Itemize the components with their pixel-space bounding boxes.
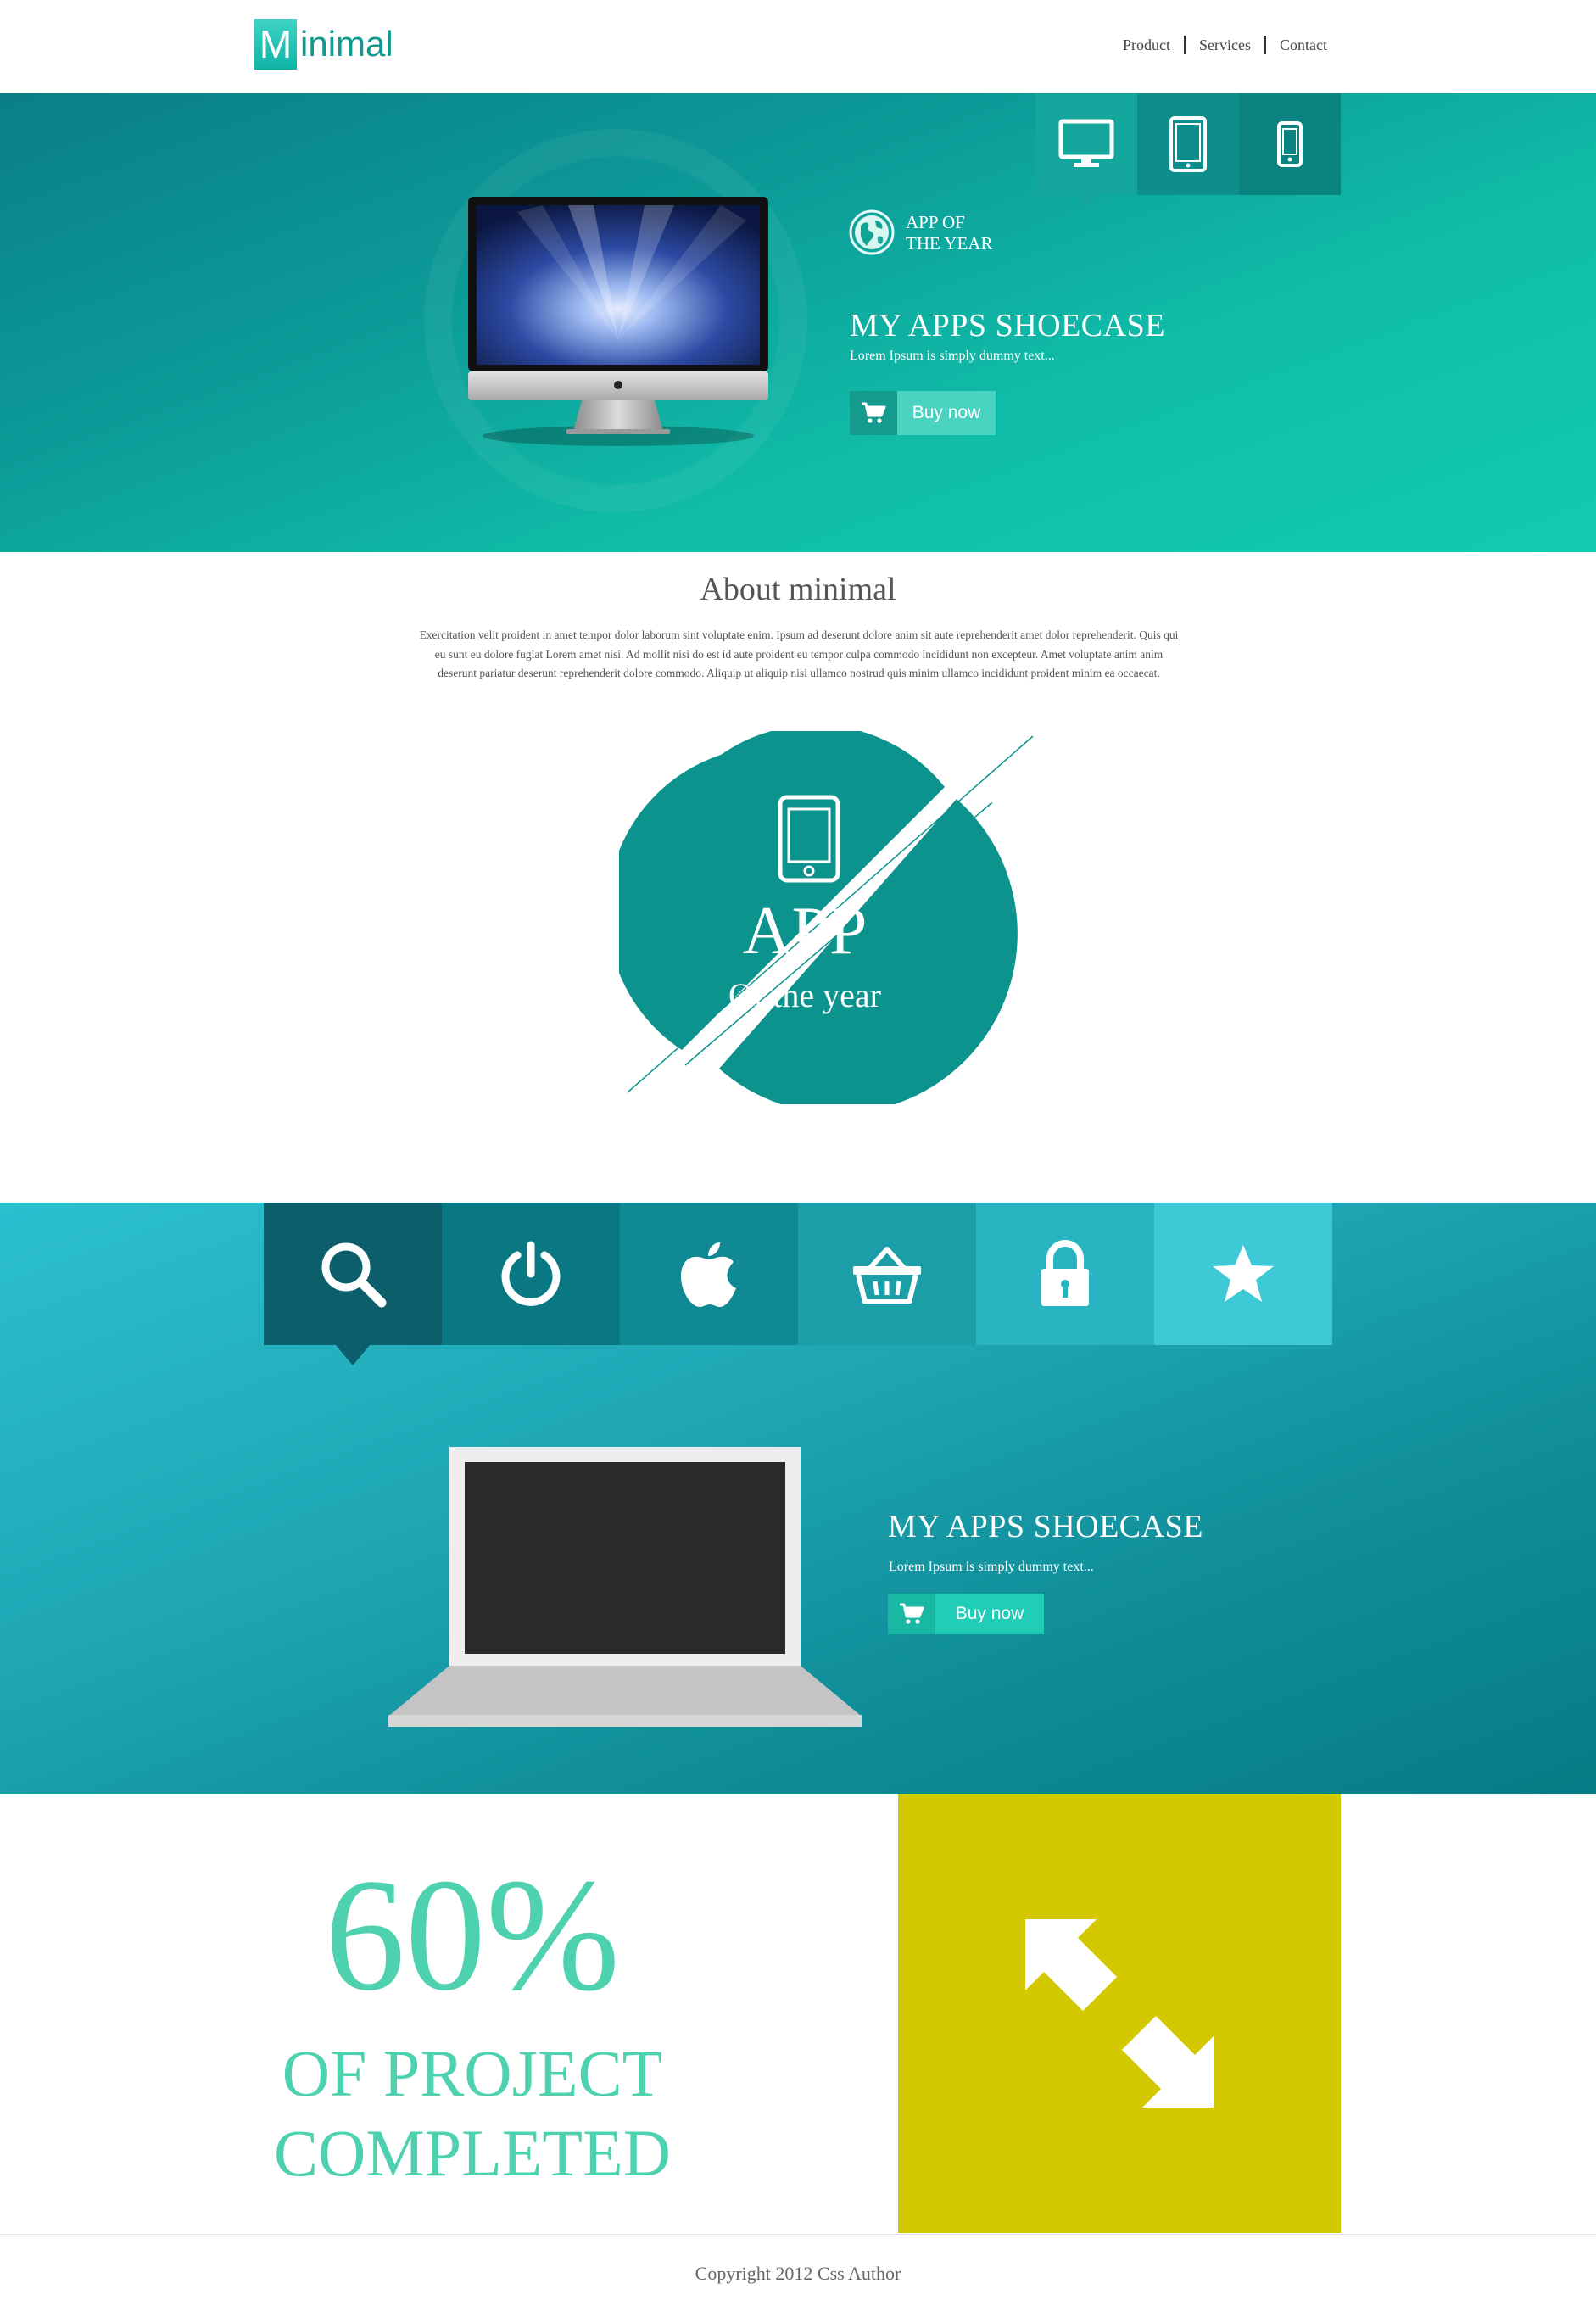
expand-tile[interactable] bbox=[898, 1794, 1341, 2233]
feature-tabs bbox=[264, 1203, 1332, 1365]
basket-icon bbox=[853, 1247, 921, 1304]
tab-power[interactable] bbox=[442, 1203, 620, 1345]
progress-caption: OF PROJECT COMPLETED bbox=[0, 2034, 945, 2193]
lock-icon bbox=[1041, 1240, 1089, 1306]
logo[interactable]: M inimal bbox=[254, 19, 393, 70]
app-of-the-year-badge: APP Of the year bbox=[619, 731, 1043, 1104]
desktop-icon bbox=[1058, 119, 1114, 167]
footer-copyright: Copyright 2012 Css Author bbox=[695, 2263, 901, 2284]
search-icon bbox=[321, 1242, 387, 1308]
imac-illustration bbox=[468, 197, 768, 446]
badge-title: APP bbox=[742, 894, 868, 969]
logo-text: inimal bbox=[300, 24, 393, 64]
logo-mark: M bbox=[254, 19, 297, 70]
hero-title: MY APPS SHOECASE bbox=[850, 308, 1165, 343]
laptop-illustration bbox=[388, 1447, 862, 1727]
phone-icon bbox=[1277, 121, 1303, 167]
buy-now-label: Buy now bbox=[897, 391, 996, 435]
cart-icon bbox=[850, 391, 897, 435]
site-header: M inimal Product Services Contact bbox=[0, 0, 1596, 93]
badge-subtitle: Of the year bbox=[728, 976, 881, 1014]
progress-value: 60% bbox=[324, 1846, 621, 2024]
power-icon bbox=[501, 1241, 561, 1306]
tab-star[interactable] bbox=[1154, 1203, 1332, 1345]
tab-desktop[interactable] bbox=[1035, 93, 1137, 207]
tab-tablet[interactable] bbox=[1137, 93, 1239, 195]
nav-product[interactable]: Product bbox=[1109, 36, 1184, 54]
about-title: About minimal bbox=[700, 572, 896, 607]
hero-subtitle: Lorem Ipsum is simply dummy text... bbox=[850, 349, 1055, 363]
tab-search[interactable] bbox=[264, 1203, 442, 1365]
about-text: Exercitation velit proident in amet temp… bbox=[419, 628, 1179, 679]
globe-icon bbox=[849, 209, 895, 255]
tab-basket[interactable] bbox=[798, 1203, 976, 1345]
footer-divider bbox=[0, 2234, 1596, 2235]
tab-lock[interactable] bbox=[976, 1203, 1154, 1345]
feature-buy-button[interactable]: Buy now bbox=[888, 1594, 1044, 1634]
award-label: APP OF THE YEAR bbox=[906, 212, 993, 254]
feature-title: MY APPS SHOECASE bbox=[888, 1509, 1203, 1544]
buy-now-label: Buy now bbox=[935, 1594, 1044, 1634]
feature-subtitle: Lorem Ipsum is simply dummy text... bbox=[889, 1560, 1094, 1574]
tab-phone[interactable] bbox=[1239, 93, 1341, 195]
cart-icon bbox=[888, 1594, 935, 1634]
device-tabs bbox=[1035, 93, 1341, 207]
star-icon bbox=[1213, 1245, 1274, 1302]
apple-icon bbox=[681, 1242, 736, 1307]
nav-services[interactable]: Services bbox=[1186, 36, 1264, 54]
progress-caption-line2: COMPLETED bbox=[274, 2116, 671, 2190]
expand-arrows-icon bbox=[1025, 1919, 1214, 2108]
hero-buy-button[interactable]: Buy now bbox=[850, 391, 996, 435]
nav-contact[interactable]: Contact bbox=[1266, 36, 1341, 54]
main-nav: Product Services Contact bbox=[1109, 36, 1341, 54]
tablet-icon bbox=[1169, 116, 1207, 172]
tab-apple[interactable] bbox=[620, 1203, 798, 1345]
hero-banner: APP OF THE YEAR MY APPS SHOECASE Lorem I… bbox=[0, 93, 1596, 552]
progress-caption-line1: OF PROJECT bbox=[282, 2036, 663, 2110]
award-block: APP OF THE YEAR bbox=[848, 209, 999, 256]
